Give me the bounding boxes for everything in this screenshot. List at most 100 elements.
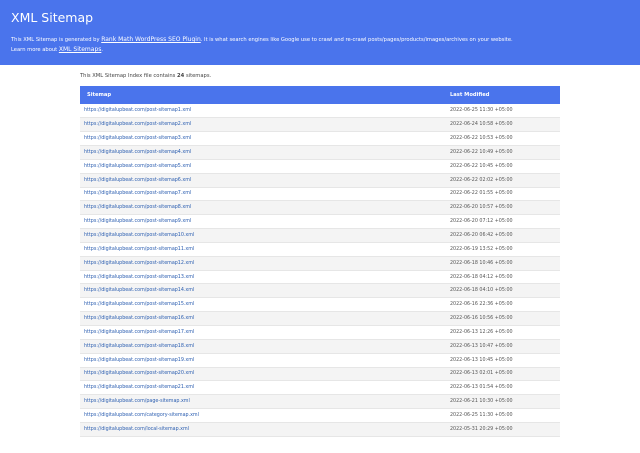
sitemap-table: Sitemap Last Modified https://digitalupb… [80, 86, 560, 437]
sitemap-cell: https://digitalupbeat.com/post-sitemap18… [80, 339, 446, 354]
table-row: https://digitalupbeat.com/post-sitemap19… [80, 353, 560, 368]
sitemap-cell: https://digitalupbeat.com/post-sitemap3.… [80, 131, 446, 147]
sitemap-count: 24 [177, 73, 185, 79]
table-row: https://digitalupbeat.com/post-sitemap11… [80, 242, 560, 257]
last-modified-cell: 2022-06-18 04:12 +05:00 [446, 270, 560, 285]
last-modified-cell: 2022-06-13 10:45 +05:00 [446, 353, 560, 368]
sitemap-cell: https://digitalupbeat.com/post-sitemap6.… [80, 173, 446, 188]
table-row: https://digitalupbeat.com/post-sitemap8.… [80, 200, 560, 216]
column-header-sitemap: Sitemap [80, 86, 446, 104]
desc-suffix: . It is what search engines like Google … [200, 37, 513, 43]
table-row: https://digitalupbeat.com/local-sitemap.… [80, 422, 560, 437]
last-modified-cell: 2022-06-22 10:53 +05:00 [446, 131, 560, 147]
sitemap-link[interactable]: https://digitalupbeat.com/post-sitemap9.… [84, 219, 191, 224]
sitemap-link[interactable]: https://digitalupbeat.com/post-sitemap8.… [84, 205, 191, 210]
table-row: https://digitalupbeat.com/post-sitemap20… [80, 367, 560, 382]
sitemap-link[interactable]: https://digitalupbeat.com/post-sitemap20… [84, 371, 194, 376]
table-row: https://digitalupbeat.com/post-sitemap18… [80, 339, 560, 354]
sitemap-cell: https://digitalupbeat.com/post-sitemap15… [80, 297, 446, 313]
last-modified-cell: 2022-06-20 10:57 +05:00 [446, 200, 560, 216]
table-row: https://digitalupbeat.com/page-sitemap.x… [80, 394, 560, 410]
sitemap-link[interactable]: https://digitalupbeat.com/post-sitemap4.… [84, 150, 191, 155]
sitemap-link[interactable]: https://digitalupbeat.com/post-sitemap2.… [84, 122, 191, 127]
sitemap-link[interactable]: https://digitalupbeat.com/post-sitemap21… [84, 385, 194, 390]
sitemap-table-body: https://digitalupbeat.com/post-sitemap1.… [80, 104, 560, 437]
last-modified-cell: 2022-06-24 10:58 +05:00 [446, 117, 560, 133]
table-row: https://digitalupbeat.com/post-sitemap5.… [80, 159, 560, 174]
learn-prefix: Learn more about [11, 47, 58, 53]
sitemap-link[interactable]: https://digitalupbeat.com/page-sitemap.x… [84, 399, 190, 404]
sitemap-link[interactable]: https://digitalupbeat.com/post-sitemap1.… [84, 108, 191, 113]
table-row: https://digitalupbeat.com/post-sitemap14… [80, 283, 560, 299]
sitemap-link[interactable]: https://digitalupbeat.com/post-sitemap10… [84, 233, 194, 238]
sitemap-cell: https://digitalupbeat.com/post-sitemap21… [80, 380, 446, 396]
intro-prefix: This XML Sitemap Index file contains [80, 73, 176, 79]
table-row: https://digitalupbeat.com/post-sitemap7.… [80, 187, 560, 202]
last-modified-cell: 2022-06-22 02:02 +05:00 [446, 173, 560, 188]
sitemap-link[interactable]: https://digitalupbeat.com/post-sitemap12… [84, 261, 194, 266]
table-row: https://digitalupbeat.com/post-sitemap2.… [80, 117, 560, 133]
table-row: https://digitalupbeat.com/post-sitemap15… [80, 297, 560, 313]
last-modified-cell: 2022-06-16 10:56 +05:00 [446, 311, 560, 326]
last-modified-cell: 2022-06-22 01:55 +05:00 [446, 187, 560, 202]
page-title: XML Sitemap [11, 10, 94, 25]
sitemap-cell: https://digitalupbeat.com/post-sitemap17… [80, 325, 446, 340]
sitemap-link[interactable]: https://digitalupbeat.com/post-sitemap6.… [84, 178, 191, 183]
intro-suffix: sitemaps. [185, 73, 212, 79]
sitemap-link[interactable]: https://digitalupbeat.com/post-sitemap5.… [84, 164, 191, 169]
sitemap-cell: https://digitalupbeat.com/local-sitemap.… [80, 422, 446, 437]
sitemap-cell: https://digitalupbeat.com/post-sitemap2.… [80, 117, 446, 133]
header-description: This XML Sitemap is generated by Rank Ma… [11, 35, 631, 55]
last-modified-cell: 2022-06-22 10:45 +05:00 [446, 159, 560, 174]
page-header: XML Sitemap This XML Sitemap is generate… [0, 0, 640, 65]
sitemap-cell: https://digitalupbeat.com/post-sitemap12… [80, 256, 446, 271]
sitemap-link[interactable]: https://digitalupbeat.com/post-sitemap3.… [84, 136, 191, 141]
last-modified-cell: 2022-05-31 20:29 +05:00 [446, 422, 560, 437]
table-row: https://digitalupbeat.com/post-sitemap6.… [80, 173, 560, 188]
last-modified-cell: 2022-06-13 12:26 +05:00 [446, 325, 560, 340]
sitemap-link[interactable]: https://digitalupbeat.com/post-sitemap18… [84, 344, 194, 349]
sitemap-link[interactable]: https://digitalupbeat.com/post-sitemap15… [84, 302, 194, 307]
table-row: https://digitalupbeat.com/post-sitemap16… [80, 311, 560, 326]
sitemap-cell: https://digitalupbeat.com/post-sitemap19… [80, 353, 446, 368]
last-modified-cell: 2022-06-16 22:36 +05:00 [446, 297, 560, 313]
last-modified-cell: 2022-06-21 10:30 +05:00 [446, 394, 560, 410]
sitemap-cell: https://digitalupbeat.com/post-sitemap14… [80, 283, 446, 299]
sitemap-cell: https://digitalupbeat.com/post-sitemap13… [80, 270, 446, 285]
table-row: https://digitalupbeat.com/post-sitemap12… [80, 256, 560, 271]
sitemap-cell: https://digitalupbeat.com/post-sitemap4.… [80, 145, 446, 160]
sitemap-link[interactable]: https://digitalupbeat.com/post-sitemap11… [84, 247, 194, 252]
last-modified-cell: 2022-06-19 13:52 +05:00 [446, 242, 560, 257]
sitemap-link[interactable]: https://digitalupbeat.com/post-sitemap17… [84, 330, 194, 335]
sitemap-cell: https://digitalupbeat.com/post-sitemap10… [80, 228, 446, 243]
last-modified-cell: 2022-06-18 10:46 +05:00 [446, 256, 560, 271]
sitemap-link[interactable]: https://digitalupbeat.com/post-sitemap7.… [84, 191, 191, 196]
sitemap-link[interactable]: https://digitalupbeat.com/category-sitem… [84, 413, 199, 418]
xml-sitemaps-link[interactable]: XML Sitemaps [59, 46, 102, 53]
sitemap-cell: https://digitalupbeat.com/post-sitemap5.… [80, 159, 446, 174]
sitemap-cell: https://digitalupbeat.com/post-sitemap16… [80, 311, 446, 326]
last-modified-cell: 2022-06-13 02:01 +05:00 [446, 367, 560, 382]
sitemap-count-text: This XML Sitemap Index file contains 24 … [80, 73, 211, 79]
last-modified-cell: 2022-06-22 10:49 +05:00 [446, 145, 560, 160]
sitemap-link[interactable]: https://digitalupbeat.com/post-sitemap13… [84, 275, 194, 280]
desc-prefix: This XML Sitemap is generated by [11, 37, 100, 43]
sitemap-cell: https://digitalupbeat.com/post-sitemap7.… [80, 187, 446, 202]
table-header-row: Sitemap Last Modified [80, 86, 560, 104]
sitemap-link[interactable]: https://digitalupbeat.com/post-sitemap16… [84, 316, 194, 321]
sitemap-link[interactable]: https://digitalupbeat.com/local-sitemap.… [84, 427, 189, 432]
sitemap-link[interactable]: https://digitalupbeat.com/post-sitemap19… [84, 358, 194, 363]
last-modified-cell: 2022-06-25 11:30 +05:00 [446, 104, 560, 119]
rank-math-link[interactable]: Rank Math WordPress SEO Plugin [101, 36, 201, 43]
last-modified-cell: 2022-06-20 06:42 +05:00 [446, 228, 560, 243]
column-header-last-modified: Last Modified [446, 86, 560, 104]
last-modified-cell: 2022-06-25 11:30 +05:00 [446, 408, 560, 423]
sitemap-cell: https://digitalupbeat.com/post-sitemap1.… [80, 104, 446, 119]
last-modified-cell: 2022-06-13 01:54 +05:00 [446, 380, 560, 396]
sitemap-link[interactable]: https://digitalupbeat.com/post-sitemap14… [84, 288, 194, 293]
table-row: https://digitalupbeat.com/post-sitemap4.… [80, 145, 560, 160]
sitemap-cell: https://digitalupbeat.com/post-sitemap8.… [80, 200, 446, 216]
table-row: https://digitalupbeat.com/post-sitemap17… [80, 325, 560, 340]
learn-suffix: . [101, 47, 104, 53]
table-row: https://digitalupbeat.com/category-sitem… [80, 408, 560, 423]
